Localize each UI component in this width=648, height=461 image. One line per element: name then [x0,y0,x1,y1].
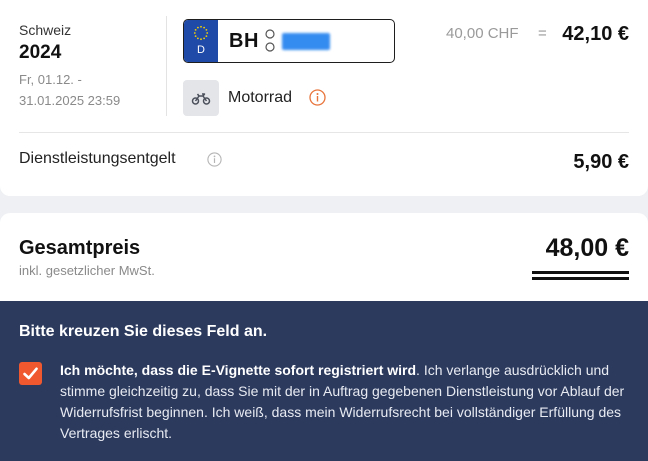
vignette-validity-period: Fr, 01.12. - 31.01.2025 23:59 [19,72,121,108]
vertical-divider [166,16,167,116]
total-price-label: Gesamtpreis [19,237,141,259]
total-price-value: 48,00 € [545,234,629,262]
consent-checkbox[interactable] [19,362,42,385]
plate-seals-icon [265,29,275,52]
service-fee-label: Dienstleistungsentgelt [19,150,176,167]
eu-stars-icon [193,25,209,41]
vehicle-type-label: Motorrad [228,89,293,106]
info-icon[interactable] [207,152,222,167]
vehicle-type-icon-box [183,80,219,116]
total-price-card: Gesamtpreis inkl. gesetzlicher MwSt. 48,… [0,213,648,313]
consent-text-bold: Ich möchte, dass die E-Vignette sofort r… [60,362,417,378]
vignette-country: Schweiz [19,22,72,38]
total-double-underline [532,271,629,274]
consent-heading: Bitte kreuzen Sie dieses Feld an. [19,323,268,340]
plate-country-code: D [197,44,205,56]
license-plate: D BH [183,19,395,63]
plate-eu-band: D [184,20,218,62]
plate-prefix: BH [229,30,259,52]
horizontal-divider [19,132,629,133]
total-double-underline [532,277,629,280]
plate-redaction [282,33,330,50]
vignette-summary-card: Schweiz 2024 Fr, 01.12. - 31.01.2025 23:… [0,0,648,196]
service-fee-value: 5,90 € [573,151,629,173]
base-price-chf: 40,00 CHF [446,25,519,42]
checkmark-icon [23,367,38,380]
consent-panel: Bitte kreuzen Sie dieses Feld an. Ich mö… [0,301,648,461]
converted-price-eur: 42,10 € [562,23,629,45]
info-icon[interactable] [309,89,326,106]
equals-sign: = [538,25,547,42]
motorcycle-icon [191,93,211,105]
consent-text: Ich möchte, dass die E-Vignette sofort r… [60,360,630,444]
vignette-year: 2024 [19,42,62,63]
vat-note: inkl. gesetzlicher MwSt. [19,263,155,278]
